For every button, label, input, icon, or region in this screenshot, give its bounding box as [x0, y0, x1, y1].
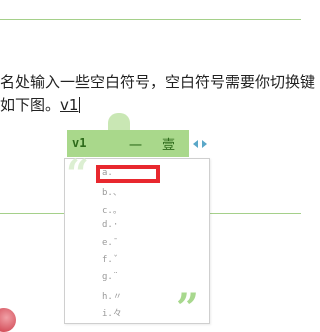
close-quote-decoration-icon: ”	[176, 285, 200, 332]
selected-option-highlight	[96, 165, 160, 183]
option-h[interactable]: h.〃	[102, 289, 122, 302]
open-quote-decoration-icon: “	[66, 151, 90, 198]
avatar	[0, 308, 16, 332]
editor-line-2[interactable]: 如下图。v1	[0, 96, 81, 114]
top-divider	[0, 19, 301, 20]
prev-page-arrow-icon[interactable]	[193, 140, 198, 148]
option-i[interactable]: i.々	[102, 306, 122, 319]
option-d[interactable]: d.·	[102, 220, 118, 230]
text-caret	[79, 97, 81, 113]
typed-text: v1	[60, 96, 79, 114]
ime-composition-text: v1	[72, 136, 87, 150]
option-e[interactable]: e.ˉ	[102, 238, 118, 248]
ime-candidate-2[interactable]: 壹	[162, 134, 175, 153]
option-c[interactable]: c.。	[102, 203, 122, 216]
option-b[interactable]: b.、	[102, 185, 122, 198]
editor-line-1: 名处输入一些空白符号，空白符号需要你切换键	[0, 73, 316, 91]
next-page-arrow-icon[interactable]	[202, 140, 207, 148]
editor-line-2-text: 如下图。	[0, 96, 61, 114]
option-f[interactable]: f.ˇ	[102, 255, 118, 265]
ime-candidate-1[interactable]: 一	[129, 135, 142, 154]
option-g[interactable]: g.¨	[102, 272, 118, 282]
